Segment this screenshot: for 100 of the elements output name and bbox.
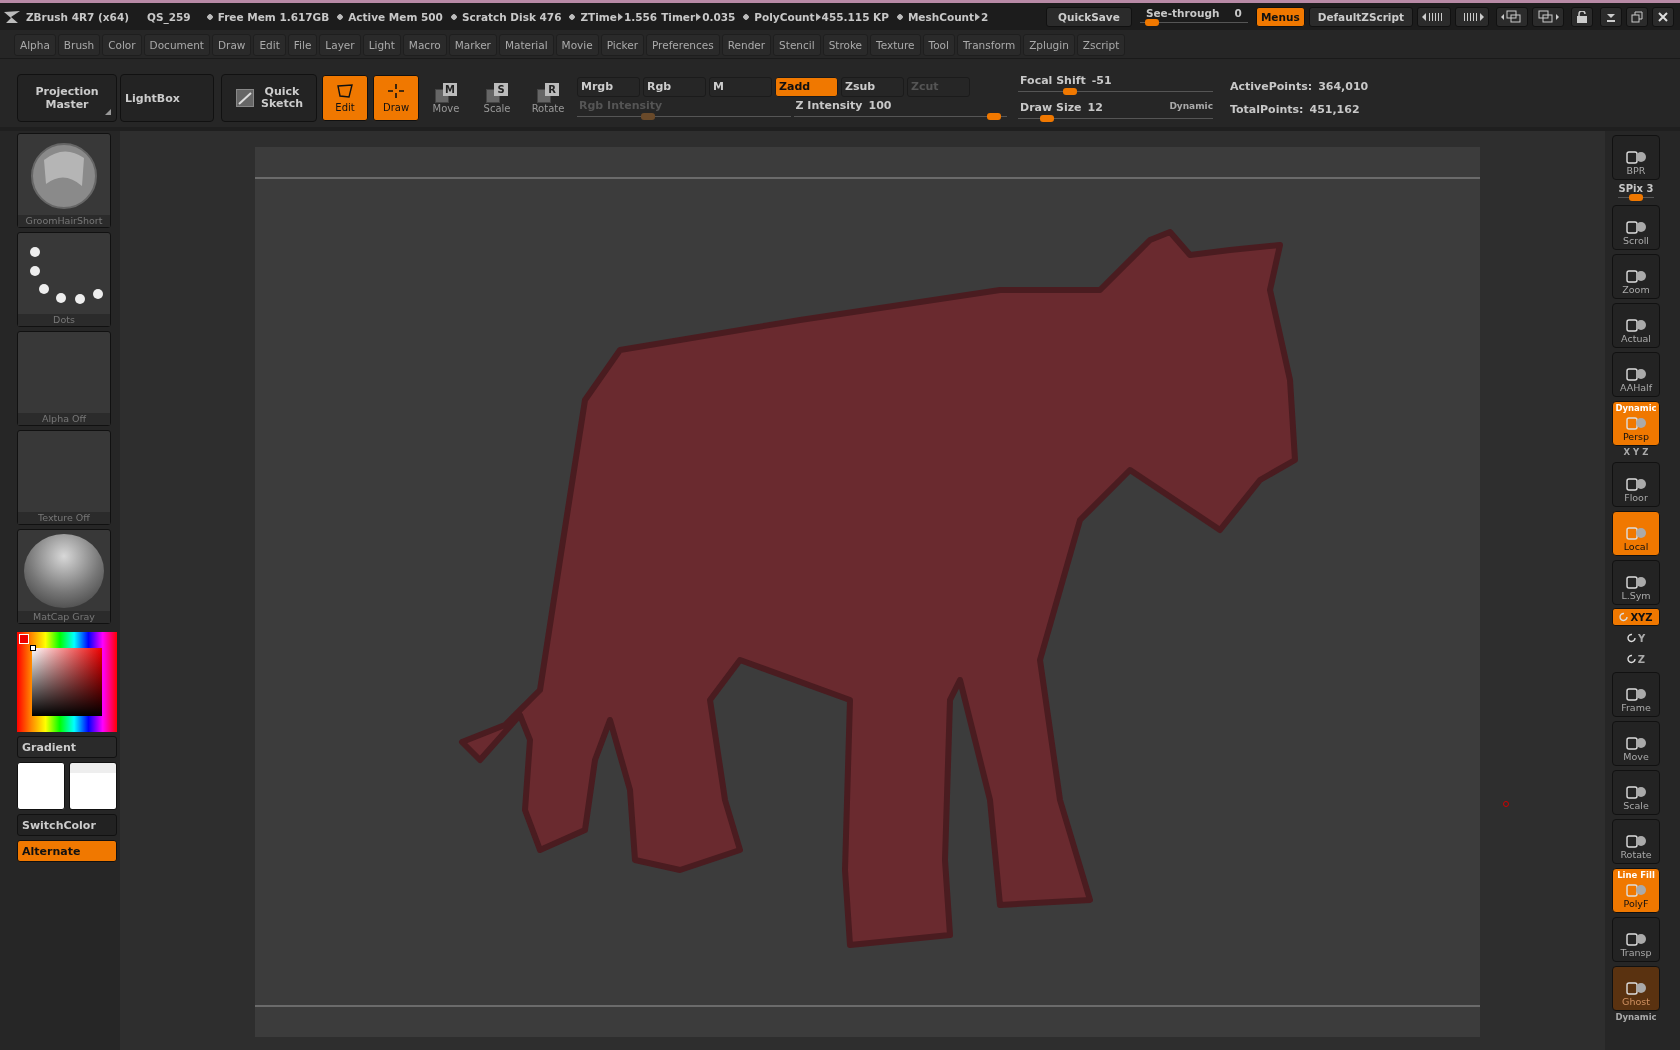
slider-thumb[interactable]	[1039, 115, 1054, 122]
tool-icon	[1624, 525, 1648, 541]
arrow-icon	[815, 12, 821, 21]
tool-icon	[1624, 784, 1648, 800]
slider-thumb[interactable]	[987, 112, 1001, 120]
stat-value: 2	[981, 10, 989, 23]
menu-item[interactable]: Color	[102, 34, 142, 56]
thumbnail-label: Alpha Off	[18, 413, 110, 425]
gradient-button[interactable]: Gradient	[17, 736, 117, 758]
slider-value: 100	[868, 98, 892, 112]
menu-item[interactable]: Texture	[870, 34, 921, 56]
layout-button[interactable]	[1532, 6, 1564, 27]
draw-mode-button[interactable]: Mrgb	[577, 76, 640, 97]
windows-icon	[1501, 9, 1523, 24]
file-name: QS_259	[147, 10, 191, 23]
restore-button[interactable]	[1626, 6, 1648, 27]
menu-item[interactable]: Stencil	[773, 34, 821, 56]
menu-item[interactable]: Document	[143, 34, 210, 56]
stat-label: Scratch Disk 476	[450, 10, 562, 23]
close-icon	[1657, 10, 1669, 23]
view-tool-button[interactable]: Transp	[1612, 917, 1660, 962]
tool-icon	[1624, 574, 1648, 590]
menu-item[interactable]: Render	[721, 34, 772, 56]
points-label: TotalPoints:	[1230, 103, 1304, 116]
projection-master-button[interactable]: Projection Master	[17, 74, 117, 122]
crosshair-icon	[386, 83, 406, 99]
menu-item[interactable]: Transform	[956, 34, 1022, 56]
menu-item[interactable]: Layer	[319, 34, 361, 56]
view-tool-button[interactable]: BPR	[1612, 135, 1660, 180]
draw-mode-button[interactable]: Zadd	[775, 76, 838, 97]
lightbox-button[interactable]: LightBox	[120, 74, 214, 122]
close-button[interactable]	[1652, 6, 1674, 27]
frame-icon	[335, 83, 355, 99]
stat-label: Timer	[661, 10, 696, 23]
view-tool-button[interactable]: Move	[1612, 721, 1660, 766]
slider-thumb[interactable]	[1144, 19, 1159, 26]
menu-toggle-button[interactable]: DefaultZScript	[1308, 6, 1413, 27]
menu-item[interactable]: Movie	[555, 34, 599, 56]
slider-label: Draw Size	[1020, 101, 1082, 114]
scroll-left-button[interactable]	[1417, 6, 1451, 27]
menu-item[interactable]: File	[287, 34, 318, 56]
tool-icon	[1624, 833, 1648, 849]
menu-item[interactable]: Material	[498, 34, 554, 56]
color-picker[interactable]	[17, 632, 117, 732]
transform-button[interactable]: S Scale	[473, 75, 521, 121]
axis-rotate-button[interactable]: XYZ	[1612, 608, 1660, 626]
menu-item[interactable]: Tool	[922, 34, 955, 56]
dynamic-label: Dynamic	[1169, 101, 1213, 113]
quicksave-button[interactable]: QuickSave	[1045, 6, 1132, 27]
menu-item[interactable]: Macro	[402, 34, 447, 56]
scroll-right-button[interactable]	[1455, 6, 1489, 27]
draw-mode-button[interactable]: Zsub	[841, 76, 904, 97]
view-tool-button[interactable]: Line Fill PolyF	[1612, 868, 1660, 913]
menu-item[interactable]: Alpha	[14, 34, 56, 56]
view-tool-button[interactable]: Actual	[1612, 303, 1660, 348]
draw-mode-button[interactable]: Rgb	[643, 76, 706, 97]
main-color-swatch[interactable]	[17, 762, 65, 810]
switch-color-button[interactable]: SwitchColor	[17, 814, 117, 836]
menu-item[interactable]: Draw	[212, 34, 252, 56]
axis-rotate-button[interactable]: Y	[1612, 629, 1660, 647]
view-tool-button[interactable]: Local	[1612, 511, 1660, 556]
minimize-button[interactable]	[1600, 6, 1622, 27]
view-tool-button[interactable]: Scale	[1612, 770, 1660, 815]
tool-icon	[1624, 931, 1648, 947]
mode-button[interactable]: Draw	[373, 75, 419, 121]
axis-rotate-button[interactable]: Z	[1612, 650, 1660, 668]
layout-button[interactable]	[1496, 6, 1528, 27]
menu-item[interactable]: Zscript	[1076, 34, 1126, 56]
menu-item[interactable]: Stroke	[822, 34, 869, 56]
menu-item[interactable]: Edit	[253, 34, 286, 56]
shelf-caption: X Y Z	[1622, 446, 1650, 458]
menu-item[interactable]: Light	[362, 34, 401, 56]
view-tool-button[interactable]: Zoom	[1612, 254, 1660, 299]
alternate-button[interactable]: Alternate	[17, 840, 117, 862]
view-tool-button[interactable]: Floor	[1612, 462, 1660, 507]
view-tool-button[interactable]: Rotate	[1612, 819, 1660, 864]
view-tool-button[interactable]: Scroll	[1612, 205, 1660, 250]
menu-item[interactable]: Picker	[600, 34, 644, 56]
view-tool-button[interactable]: AAHalf	[1612, 352, 1660, 397]
stat-label: MeshCount	[896, 10, 975, 23]
menu-item[interactable]: Brush	[57, 34, 101, 56]
view-tool-button[interactable]: L.Sym	[1612, 560, 1660, 605]
quick-sketch-button[interactable]: Quick Sketch	[221, 74, 317, 122]
menu-item[interactable]: Preferences	[645, 34, 720, 56]
menu-toggle-button[interactable]: Menus	[1255, 6, 1305, 27]
tool-icon	[1624, 219, 1648, 235]
view-tool-button[interactable]: Dynamic Persp	[1612, 401, 1660, 446]
menu-item[interactable]: Zplugin	[1023, 34, 1075, 56]
view-tool-button[interactable]: Frame	[1612, 672, 1660, 717]
slider-thumb[interactable]	[1629, 194, 1643, 201]
transform-button[interactable]: R Rotate	[524, 75, 572, 121]
draw-mode-button[interactable]: M	[709, 76, 772, 97]
transform-button[interactable]: M Move	[422, 75, 470, 121]
mode-button[interactable]: Edit	[322, 75, 368, 121]
lock-button[interactable]	[1571, 6, 1593, 27]
slider-thumb[interactable]	[1063, 88, 1078, 95]
thumbnail-label: Texture Off	[18, 512, 110, 524]
tool-icon	[1624, 476, 1648, 492]
secondary-color-swatch[interactable]	[69, 762, 117, 810]
menu-item[interactable]: Marker	[448, 34, 497, 56]
